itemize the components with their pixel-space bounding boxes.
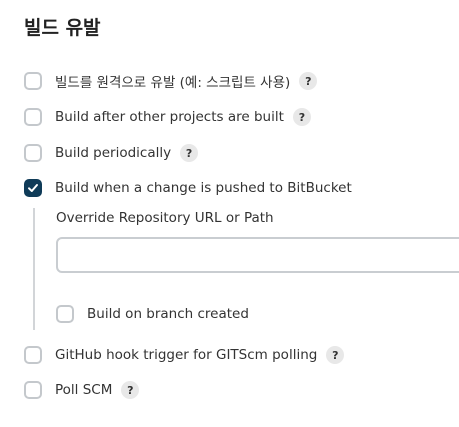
trigger-bitbucket-row: Build when a change is pushed to BitBuck… bbox=[24, 176, 352, 200]
trigger-remote-row: 빌드를 원격으로 유발 (예: 스크립트 사용) ? bbox=[24, 69, 318, 93]
trigger-after-projects-row: Build after other projects are built ? bbox=[24, 105, 311, 129]
trigger-periodically-label: Build periodically bbox=[55, 145, 172, 161]
help-icon[interactable]: ? bbox=[299, 72, 318, 90]
build-on-branch-label: Build on branch created bbox=[87, 306, 249, 322]
trigger-remote-checkbox[interactable] bbox=[24, 72, 42, 90]
trigger-github-hook-label: GitHub hook trigger for GITScm polling bbox=[55, 347, 318, 363]
build-on-branch-checkbox[interactable] bbox=[56, 305, 74, 323]
override-repo-input[interactable] bbox=[56, 237, 459, 273]
trigger-poll-scm-label: Poll SCM bbox=[55, 382, 113, 398]
trigger-github-hook-checkbox[interactable] bbox=[24, 346, 42, 364]
trigger-bitbucket-label: Build when a change is pushed to BitBuck… bbox=[55, 180, 352, 196]
nested-options-divider bbox=[33, 208, 35, 330]
section-title: 빌드 유발 bbox=[24, 17, 101, 39]
help-icon[interactable]: ? bbox=[326, 346, 345, 364]
trigger-periodically-checkbox[interactable] bbox=[24, 144, 42, 162]
trigger-poll-scm-checkbox[interactable] bbox=[24, 381, 42, 399]
build-on-branch-row: Build on branch created bbox=[56, 302, 249, 326]
trigger-bitbucket-checkbox[interactable] bbox=[24, 179, 42, 197]
checkmark-icon bbox=[28, 184, 38, 192]
trigger-after-projects-label: Build after other projects are built bbox=[55, 109, 284, 125]
override-repo-label: Override Repository URL or Path bbox=[56, 210, 274, 226]
trigger-remote-label: 빌드를 원격으로 유발 (예: 스크립트 사용) bbox=[55, 75, 291, 91]
help-icon[interactable]: ? bbox=[121, 381, 140, 399]
trigger-periodically-row: Build periodically ? bbox=[24, 141, 199, 165]
help-icon[interactable]: ? bbox=[292, 108, 311, 126]
trigger-after-projects-checkbox[interactable] bbox=[24, 108, 42, 126]
trigger-github-hook-row: GitHub hook trigger for GITScm polling ? bbox=[24, 343, 345, 367]
help-icon[interactable]: ? bbox=[180, 144, 199, 162]
trigger-poll-scm-row: Poll SCM ? bbox=[24, 378, 140, 402]
